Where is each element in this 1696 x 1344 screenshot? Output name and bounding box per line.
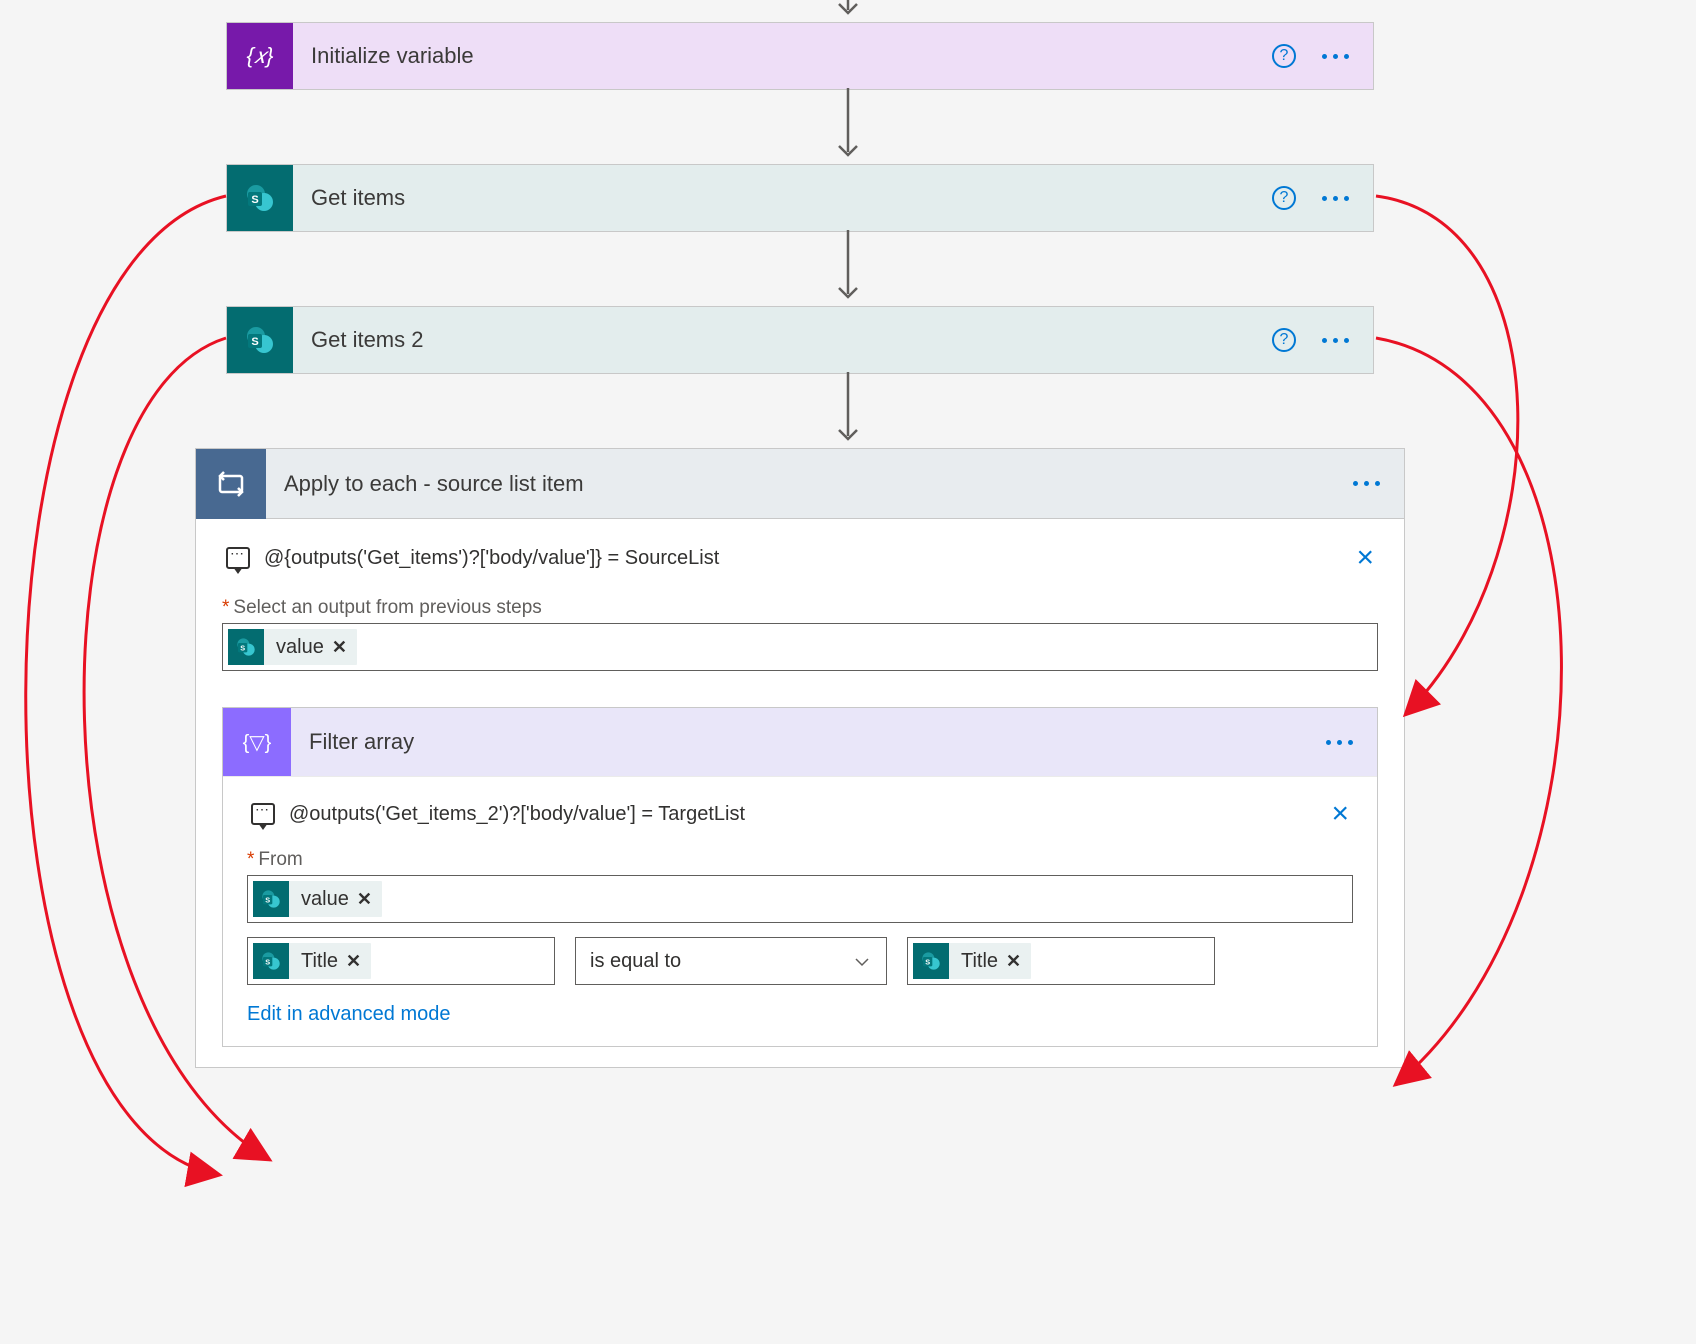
close-icon[interactable]: × [1331, 797, 1349, 831]
action-title: Get items [293, 185, 1272, 211]
sharepoint-icon: S [228, 629, 264, 665]
sharepoint-icon: S [913, 943, 949, 979]
svg-text:S: S [240, 643, 245, 652]
chevron-down-icon [852, 952, 872, 972]
comment-text: @outputs('Get_items_2')?['body/value'] =… [289, 803, 745, 826]
loop-icon [196, 449, 266, 519]
help-icon[interactable]: ? [1272, 44, 1296, 68]
svg-text:S: S [265, 895, 270, 904]
field-label: *From [247, 849, 1353, 871]
action-title: Get items 2 [293, 327, 1272, 353]
action-title: Initialize variable [293, 43, 1272, 69]
token-value[interactable]: S value ✕ [228, 629, 357, 665]
action-filter-array[interactable]: {▽} Filter array @outputs('Get_items_2')… [222, 707, 1378, 1047]
more-menu-icon[interactable] [1322, 54, 1349, 59]
field-label: *Select an output from previous steps [222, 597, 1378, 619]
filter-left-input[interactable]: S Title ✕ [247, 937, 555, 985]
more-menu-icon[interactable] [1322, 338, 1349, 343]
variable-icon: {𝑥} [227, 23, 293, 89]
remove-token-icon[interactable]: ✕ [1006, 951, 1021, 972]
action-title: Filter array [291, 729, 1326, 755]
comment-text: @{outputs('Get_items')?['body/value']} =… [264, 547, 719, 570]
remove-token-icon[interactable]: ✕ [346, 951, 361, 972]
svg-text:{𝑥}: {𝑥} [247, 43, 275, 68]
action-get-items[interactable]: S Get items ? [226, 164, 1374, 232]
action-get-items-2[interactable]: S Get items 2 ? [226, 306, 1374, 374]
more-menu-icon[interactable] [1322, 196, 1349, 201]
help-icon[interactable]: ? [1272, 328, 1296, 352]
comment-icon [251, 803, 275, 825]
remove-token-icon[interactable]: ✕ [332, 637, 347, 658]
token-value[interactable]: S value ✕ [253, 881, 382, 917]
sharepoint-icon: S [227, 307, 293, 373]
svg-text:S: S [265, 957, 270, 966]
svg-text:{▽}: {▽} [243, 732, 272, 754]
action-apply-to-each[interactable]: Apply to each - source list item @{outpu… [195, 448, 1405, 1068]
remove-token-icon[interactable]: ✕ [357, 889, 372, 910]
help-icon[interactable]: ? [1272, 186, 1296, 210]
filter-right-input[interactable]: S Title ✕ [907, 937, 1215, 985]
sharepoint-icon: S [253, 881, 289, 917]
from-input[interactable]: S value ✕ [247, 875, 1353, 923]
more-menu-icon[interactable] [1326, 740, 1353, 745]
comment-icon [226, 547, 250, 569]
token-title[interactable]: S Title ✕ [913, 943, 1031, 979]
filter-operator-select[interactable]: is equal to [575, 937, 887, 985]
token-title[interactable]: S Title ✕ [253, 943, 371, 979]
svg-text:S: S [251, 194, 258, 206]
close-icon[interactable]: × [1356, 541, 1374, 575]
select-output-input[interactable]: S value ✕ [222, 623, 1378, 671]
sharepoint-icon: S [253, 943, 289, 979]
action-initialize-variable[interactable]: {𝑥} Initialize variable ? [226, 22, 1374, 90]
sharepoint-icon: S [227, 165, 293, 231]
edit-advanced-mode-link[interactable]: Edit in advanced mode [247, 1003, 1353, 1026]
more-menu-icon[interactable] [1353, 481, 1380, 486]
svg-text:S: S [925, 957, 930, 966]
svg-text:S: S [251, 336, 258, 348]
filter-icon: {▽} [223, 708, 291, 776]
action-title: Apply to each - source list item [266, 471, 1353, 497]
